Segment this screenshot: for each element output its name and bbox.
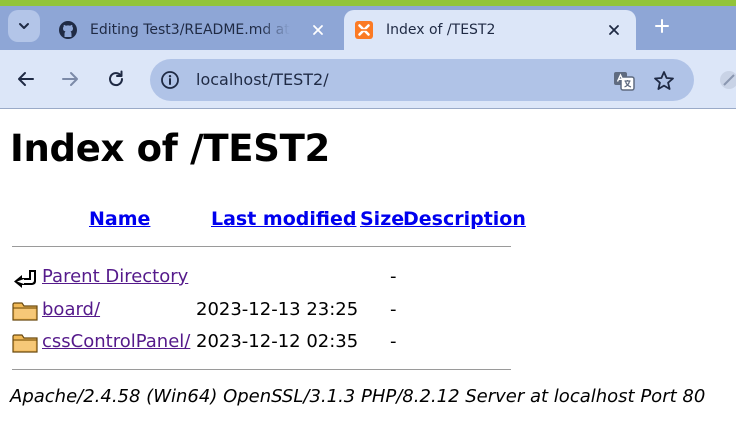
tab-search-button[interactable] [8,10,40,42]
new-tab-button[interactable] [650,14,674,38]
xampp-icon [355,21,373,39]
row-name-link[interactable]: Parent Directory [42,266,188,287]
info-icon [161,71,179,89]
close-tab-button[interactable] [604,20,624,40]
column-header-description[interactable]: Description [403,208,526,230]
translate-button[interactable] [612,69,636,93]
header-divider [12,246,511,247]
browser-chrome: Editing Test3/README.md at main Index of… [0,0,736,109]
address-bar[interactable]: localhost/TEST2/ [150,59,694,101]
forward-arrow-icon [62,72,78,86]
table-row: board/ 2023-12-13 23:25 - [0,295,736,325]
github-icon [59,21,77,39]
folder-icon [12,302,38,321]
reload-icon [109,70,124,87]
tab-index-of-test2[interactable]: Index of /TEST2 [344,10,636,50]
back-arrow-icon [18,72,34,86]
translate-icon [614,72,635,91]
reload-button[interactable] [104,67,128,91]
page-content: Index of /TEST2 Name Last modified Size … [0,109,736,424]
close-icon [609,25,619,35]
footer-divider [12,369,511,370]
folder-icon [12,334,38,353]
tab-title: Index of /TEST2 [386,22,496,38]
row-last-modified: 2023-12-13 23:25 [196,299,359,320]
page-title: Index of /TEST2 [10,127,330,170]
row-size: - [390,331,397,352]
bookmark-button[interactable] [652,69,676,93]
row-name-link[interactable]: board/ [42,299,100,320]
row-last-modified: 2023-12-12 02:35 [196,331,359,352]
close-tab-button[interactable] [308,20,328,40]
address-url: localhost/TEST2/ [196,70,329,89]
close-icon [313,25,323,35]
tab-title: Editing Test3/README.md at main [90,22,290,38]
site-info-button[interactable] [158,68,182,92]
server-signature: Apache/2.4.58 (Win64) OpenSSL/3.1.3 PHP/… [10,386,706,407]
browser-toolbar: localhost/TEST2/ [0,50,736,109]
tab-strip: Editing Test3/README.md at main Index of… [0,6,736,50]
star-icon [654,71,674,90]
tab-editing-readme[interactable]: Editing Test3/README.md at main [50,10,340,50]
table-row: Parent Directory - [0,262,736,292]
row-size: - [390,266,397,287]
table-row: cssControlPanel/ 2023-12-12 02:35 - [0,327,736,357]
extension-icon [720,71,736,89]
plus-icon [655,19,669,33]
chevron-down-icon [19,23,29,29]
column-header-name[interactable]: Name [89,208,150,230]
row-name-link[interactable]: cssControlPanel/ [42,331,190,352]
back-button[interactable] [14,67,38,91]
column-header-size[interactable]: Size [360,208,404,230]
extension-button[interactable] [718,69,736,91]
column-header-last-modified[interactable]: Last modified [211,208,356,230]
row-size: - [390,299,397,320]
back-arrow-icon [14,270,36,288]
forward-button[interactable] [58,67,82,91]
